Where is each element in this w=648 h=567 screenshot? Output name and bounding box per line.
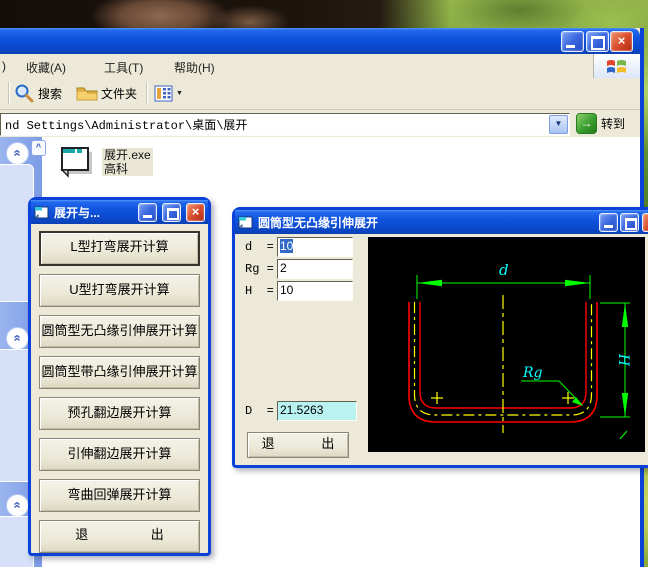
field-row-result: D = 21.5263 — [245, 401, 357, 421]
folder-icon — [76, 87, 98, 101]
input-rg-value: 2 — [280, 261, 287, 275]
close-button[interactable]: × — [610, 31, 633, 52]
field-label-h: H = — [245, 284, 274, 298]
field-row-rg: Rg = 2 — [245, 259, 353, 279]
field-label-d: d = — [245, 240, 274, 254]
cad-drawing: d Rg H — [408, 261, 631, 440]
collapse-section-button[interactable]: « — [6, 142, 29, 165]
go-arrow-icon: → — [576, 113, 597, 134]
maximize-icon — [167, 207, 179, 220]
views-icon — [154, 85, 173, 101]
file-item[interactable] — [58, 144, 96, 185]
cylinder-no-flange-button[interactable]: 圆筒型无凸缘引伸展开计算 — [39, 315, 200, 348]
minimize-icon — [604, 225, 613, 228]
maximize-button[interactable] — [620, 213, 639, 232]
chevron-down-icon: ▼ — [554, 119, 563, 128]
minimize-button[interactable] — [599, 213, 618, 232]
minimize-button[interactable] — [561, 31, 584, 52]
drawing-flanging-button[interactable]: 引伸翻边展开计算 — [39, 438, 200, 471]
unfold-menu-dialog: 展开与... × L型打弯展开计算 U型打弯展开计算 圆筒型无凸缘引伸展开计算 … — [28, 197, 211, 556]
menu-item-tools[interactable]: 工具(T) — [104, 59, 143, 76]
input-h[interactable]: 10 — [277, 281, 353, 301]
toolbar: 搜索 文件夹 ▼ — [0, 78, 640, 110]
dim-label-rg: Rg — [522, 365, 543, 381]
input-rg[interactable]: 2 — [277, 259, 353, 279]
collapse-section-button[interactable]: « — [6, 327, 29, 350]
folders-label: 文件夹 — [101, 86, 138, 101]
toolbar-separator — [146, 82, 148, 104]
chevrons-up-icon: « — [10, 149, 26, 157]
menu-item-cropped[interactable]: ) — [2, 59, 6, 73]
minimize-icon — [566, 45, 575, 48]
bend-springback-button[interactable]: 弯曲回弹展开计算 — [39, 479, 200, 512]
maximize-button[interactable] — [162, 202, 181, 222]
close-button[interactable] — [642, 213, 648, 232]
minimize-icon — [143, 214, 152, 218]
dialog-body: d = 10 Rg = 2 H = 10 D = 21.5263 退 出 d R… — [235, 234, 648, 465]
maximize-icon — [625, 218, 637, 230]
dialog-title: 展开与... — [54, 205, 101, 220]
views-button[interactable]: ▼ — [154, 81, 183, 105]
exit-button[interactable]: 退 出 — [247, 432, 349, 458]
calculation-buttons: L型打弯展开计算 U型打弯展开计算 圆筒型无凸缘引伸展开计算 圆筒型带凸缘引伸展… — [39, 231, 200, 561]
application-window-icon — [60, 147, 92, 178]
chevrons-up-icon: « — [10, 501, 26, 509]
input-h-value: 10 — [280, 283, 294, 297]
search-button[interactable]: 搜索 — [14, 81, 62, 105]
u-bend-unfold-button[interactable]: U型打弯展开计算 — [39, 274, 200, 307]
go-button[interactable]: → 转到 — [576, 112, 634, 135]
toolbar-separator — [8, 82, 10, 104]
file-name-label[interactable]: 展开.exe 高科 — [102, 148, 153, 176]
cylinder-with-flange-button[interactable]: 圆筒型带凸缘引伸展开计算 — [39, 356, 200, 389]
result-field: 21.5263 — [277, 401, 357, 421]
search-label: 搜索 — [38, 86, 63, 101]
address-dropdown-button[interactable]: ▼ — [549, 115, 568, 134]
taskpane-scroll-up-button[interactable]: ^ — [31, 140, 46, 156]
windows-flag-icon — [607, 60, 626, 73]
input-d-value: 10 — [280, 239, 294, 253]
explorer-titlebar[interactable]: × — [0, 28, 640, 54]
chevron-down-icon: ▼ — [176, 89, 183, 97]
l-bend-unfold-button[interactable]: L型打弯展开计算 — [39, 231, 200, 266]
dialog-titlebar[interactable]: 展开与... × — [31, 200, 208, 224]
dim-label-d: d — [499, 261, 509, 279]
dialog-titlebar[interactable]: 圆筒型无凸缘引伸展开 — [235, 210, 648, 234]
input-d[interactable]: 10 — [277, 237, 353, 257]
field-row-d: d = 10 — [245, 237, 353, 257]
windows-logo — [593, 54, 640, 78]
minimize-button[interactable] — [138, 202, 157, 222]
maximize-button[interactable] — [586, 31, 609, 52]
file-subtitle: 高科 — [104, 162, 129, 176]
address-field[interactable]: ▼ — [0, 113, 570, 136]
field-label-rg: Rg = — [245, 262, 274, 276]
field-row-h: H = 10 — [245, 281, 353, 301]
exit-button[interactable]: 退 出 — [39, 520, 200, 553]
cylinder-unfold-dialog: 圆筒型无凸缘引伸展开 d = 10 Rg = 2 H = 10 D = 21.5… — [232, 207, 648, 468]
form-window-icon — [34, 206, 49, 218]
file-name: 展开.exe — [104, 148, 151, 162]
address-input[interactable] — [3, 116, 547, 132]
chevrons-up-icon: « — [10, 334, 26, 342]
search-icon — [15, 84, 34, 102]
address-bar: ▼ → 转到 — [0, 110, 640, 137]
menu-item-help[interactable]: 帮助(H) — [174, 59, 215, 76]
result-value: 21.5263 — [280, 403, 324, 417]
menu-item-favorites[interactable]: 收藏(A) — [26, 59, 66, 76]
prehole-flanging-button[interactable]: 预孔翻边展开计算 — [39, 397, 200, 430]
drawing-canvas: d Rg H — [368, 237, 645, 452]
dim-label-h: H — [615, 353, 631, 367]
result-label: D = — [245, 404, 274, 418]
form-window-icon — [238, 216, 253, 228]
maximize-icon — [591, 36, 605, 50]
close-button[interactable]: × — [186, 202, 205, 222]
folders-button[interactable]: 文件夹 — [76, 81, 137, 105]
dialog-title: 圆筒型无凸缘引伸展开 — [258, 215, 379, 230]
menu-bar: ) 收藏(A) 工具(T) 帮助(H) — [0, 54, 640, 79]
go-label: 转到 — [601, 117, 626, 131]
collapse-section-button[interactable]: « — [6, 494, 29, 517]
